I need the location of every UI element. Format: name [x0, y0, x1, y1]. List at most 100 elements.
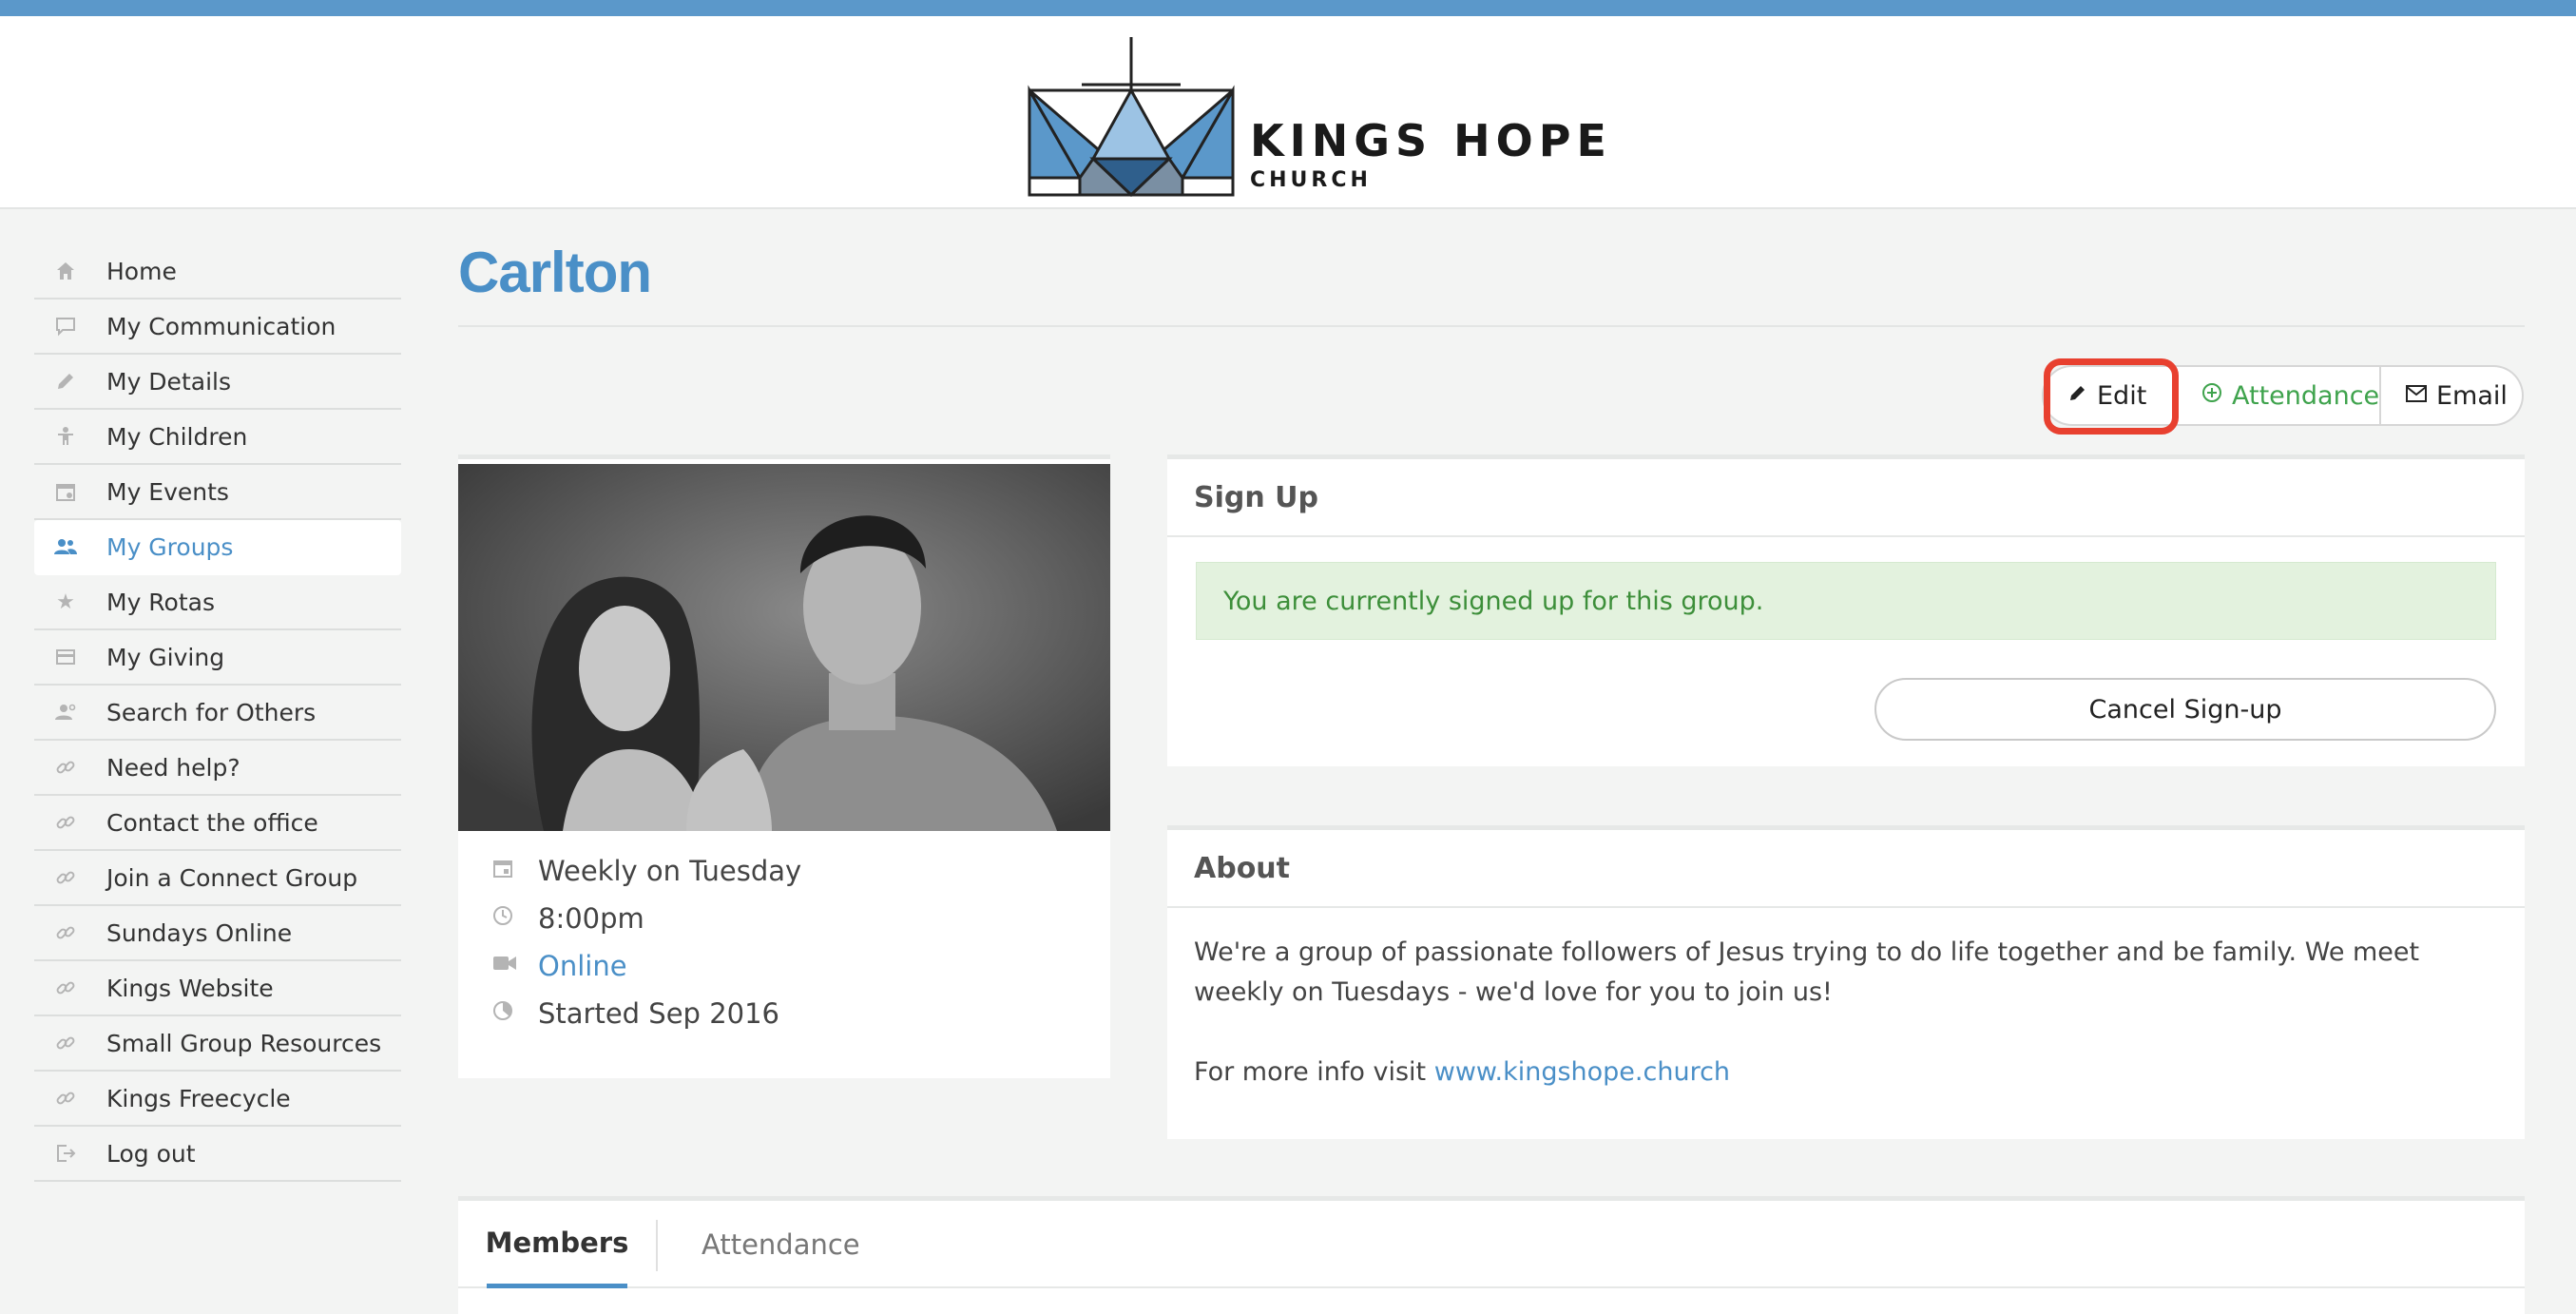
tab-attendance[interactable]: Attendance [702, 1201, 860, 1288]
calendar-icon [53, 479, 78, 504]
tab-members[interactable]: Members [486, 1201, 628, 1288]
sidebar-item-my-communication[interactable]: My Communication [34, 300, 401, 355]
sidebar-item-label: My Children [106, 422, 248, 451]
group-icon [53, 534, 78, 559]
signup-card: Sign Up You are currently signed up for … [1167, 454, 2525, 766]
link-icon [53, 1031, 78, 1055]
people-search-icon [53, 700, 78, 725]
sidebar-item-label: Home [106, 257, 177, 285]
group-actions: Edit Attendance Email [2042, 365, 2524, 426]
signup-heading: Sign Up [1194, 480, 1319, 514]
link-icon [53, 810, 78, 835]
website-link[interactable]: www.kingshope.church [1434, 1057, 1730, 1087]
sidebar-item-label: Search for Others [106, 698, 317, 726]
signup-status-alert: You are currently signed up for this gro… [1196, 562, 2496, 640]
sidebar-item-kings-freecycle[interactable]: Kings Freecycle [34, 1072, 401, 1127]
location-link[interactable]: Online [538, 950, 627, 982]
sidebar-item-label: Sundays Online [106, 918, 293, 947]
title-divider [458, 325, 2525, 327]
sidebar-item-join-a-connect-group[interactable]: Join a Connect Group [34, 851, 401, 906]
schedule-row: Weekly on Tuesday [458, 847, 1110, 895]
link-icon [53, 976, 78, 1000]
started-text: Started Sep 2016 [538, 997, 779, 1030]
sidebar-item-my-children[interactable]: My Children [34, 410, 401, 465]
sidebar-item-label: Small Group Resources [106, 1029, 382, 1057]
signup-card-header: Sign Up [1167, 459, 2525, 537]
calendar-icon [492, 858, 519, 884]
about-card-header: About [1167, 830, 2525, 908]
sidebar-item-search-for-others[interactable]: Search for Others [34, 686, 401, 741]
edit-button-label: Edit [2097, 380, 2147, 411]
sidebar-item-need-help[interactable]: Need help? [34, 741, 401, 796]
sidebar-item-kings-website[interactable]: Kings Website [34, 961, 401, 1016]
sidebar-nav: Home My Communication My Details My Chil… [34, 244, 401, 1182]
group-details: Weekly on Tuesday 8:00pm Online Started … [458, 847, 1110, 1037]
sidebar-item-my-groups[interactable]: My Groups [34, 520, 401, 575]
cancel-signup-button[interactable]: Cancel Sign-up [1874, 678, 2496, 741]
brand-name: KINGS HOPE [1250, 115, 1612, 166]
sidebar-item-label: Join a Connect Group [106, 863, 358, 892]
sidebar-item-label: My Rotas [106, 588, 216, 616]
sidebar-item-label: Contact the office [106, 808, 318, 837]
plus-circle-icon [2201, 382, 2222, 409]
sidebar-item-contact-the-office[interactable]: Contact the office [34, 796, 401, 851]
more-info-prefix: For more info visit [1194, 1057, 1434, 1087]
sidebar-item-label: Kings Website [106, 974, 274, 1002]
location-row: Online [458, 942, 1110, 990]
video-camera-icon [492, 954, 519, 978]
more-info-line: For more info visit www.kingshope.church [1194, 1053, 2506, 1092]
group-info-card: Weekly on Tuesday 8:00pm Online Started … [458, 454, 1110, 1078]
top-accent-bar [0, 0, 2576, 16]
sidebar-item-sundays-online[interactable]: Sundays Online [34, 906, 401, 961]
sidebar-item-small-group-resources[interactable]: Small Group Resources [34, 1016, 401, 1072]
brand-subtitle: CHURCH [1250, 168, 1372, 192]
child-icon [53, 424, 78, 449]
about-heading: About [1194, 851, 1291, 885]
edit-button[interactable]: Edit [2042, 365, 2177, 426]
sidebar-item-my-events[interactable]: My Events [34, 465, 401, 520]
started-row: Started Sep 2016 [458, 990, 1110, 1037]
sidebar-item-log-out[interactable]: Log out [34, 1127, 401, 1182]
sidebar-item-my-details[interactable]: My Details [34, 355, 401, 410]
card-icon [53, 645, 78, 669]
attendance-button[interactable]: Attendance [2177, 365, 2381, 426]
tab-divider [656, 1220, 658, 1271]
tabs-bar: Members Attendance [458, 1201, 2525, 1288]
church-logo[interactable]: KINGS HOPE CHURCH [1027, 35, 1606, 206]
logout-icon [53, 1141, 78, 1166]
about-body: We're a group of passionate followers of… [1194, 933, 2506, 1092]
group-tabs-card: Members Attendance [458, 1196, 2525, 1314]
sidebar-item-label: Log out [106, 1139, 196, 1168]
page-title: Carlton [458, 241, 652, 304]
envelope-icon [2406, 384, 2427, 408]
about-card: About We're a group of passionate follow… [1167, 825, 2525, 1139]
chat-icon [53, 314, 78, 338]
sidebar-item-label: My Groups [106, 532, 234, 561]
time-text: 8:00pm [538, 902, 644, 935]
history-icon [492, 1000, 519, 1027]
clock-icon [492, 905, 519, 932]
sidebar-item-label: My Communication [106, 312, 336, 340]
link-icon [53, 1086, 78, 1111]
pencil-icon [2068, 383, 2087, 408]
sidebar-item-home[interactable]: Home [34, 244, 401, 300]
home-icon [53, 259, 78, 283]
attendance-button-label: Attendance [2232, 380, 2380, 411]
site-header: KINGS HOPE CHURCH [0, 16, 2576, 209]
about-paragraph: We're a group of passionate followers of… [1194, 937, 2420, 1007]
sidebar-item-my-rotas[interactable]: ★ My Rotas [34, 575, 401, 630]
sidebar-item-label: My Details [106, 367, 231, 396]
sidebar-item-label: Kings Freecycle [106, 1084, 291, 1112]
email-button[interactable]: Email [2381, 365, 2524, 426]
email-button-label: Email [2436, 380, 2508, 411]
pencil-icon [53, 369, 78, 394]
star-icon: ★ [56, 589, 75, 614]
sidebar-item-label: My Giving [106, 643, 225, 671]
time-row: 8:00pm [458, 895, 1110, 942]
sidebar-item-label: Need help? [106, 753, 240, 782]
logo-mark-icon [1028, 37, 1235, 197]
sidebar-item-my-giving[interactable]: My Giving [34, 630, 401, 686]
schedule-text: Weekly on Tuesday [538, 855, 802, 887]
link-icon [53, 920, 78, 945]
sidebar-item-label: My Events [106, 477, 229, 506]
